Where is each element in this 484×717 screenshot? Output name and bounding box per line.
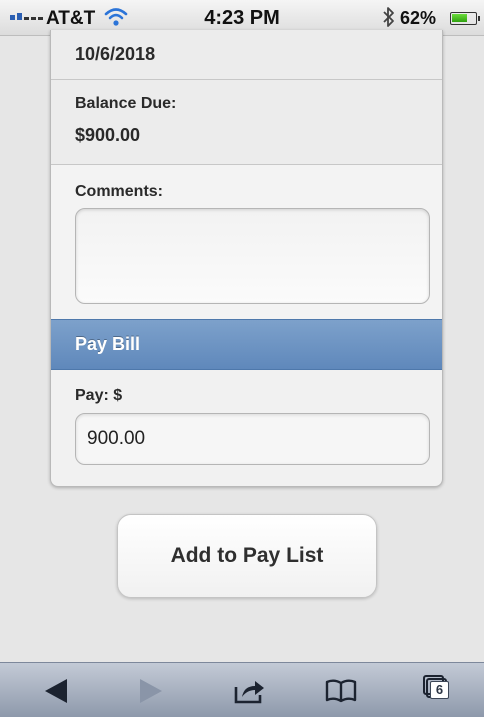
share-icon[interactable] xyxy=(228,663,272,717)
bill-card: 10/6/2018 Balance Due: $900.00 Comments:… xyxy=(50,30,443,487)
pay-amount-label: Pay: $ xyxy=(75,387,123,404)
balance-due-value: $900.00 xyxy=(75,125,141,145)
pay-amount-input[interactable] xyxy=(75,413,430,465)
date-row: 10/6/2018 xyxy=(51,30,442,80)
battery-percent: 62% xyxy=(400,8,437,28)
tabs-count: 6 xyxy=(430,681,449,699)
bill-date: 10/6/2018 xyxy=(75,44,156,64)
pay-bill-title: Pay Bill xyxy=(75,334,141,354)
comments-textarea[interactable] xyxy=(75,208,430,304)
balance-due-label: Balance Due: xyxy=(75,95,177,112)
comments-row: Comments: xyxy=(51,165,442,319)
tabs-icon[interactable]: 6 xyxy=(416,663,460,717)
battery-icon xyxy=(450,12,480,25)
back-arrow-icon[interactable] xyxy=(36,663,76,717)
forward-arrow-icon[interactable] xyxy=(131,663,171,717)
balance-row: Balance Due: $900.00 xyxy=(51,80,442,165)
bookmarks-icon[interactable] xyxy=(319,663,363,717)
comments-label: Comments: xyxy=(75,183,164,200)
pay-bill-header: Pay Bill xyxy=(51,319,442,370)
browser-toolbar: 6 xyxy=(0,662,484,717)
add-to-pay-list-button[interactable]: Add to Pay List xyxy=(117,514,377,598)
